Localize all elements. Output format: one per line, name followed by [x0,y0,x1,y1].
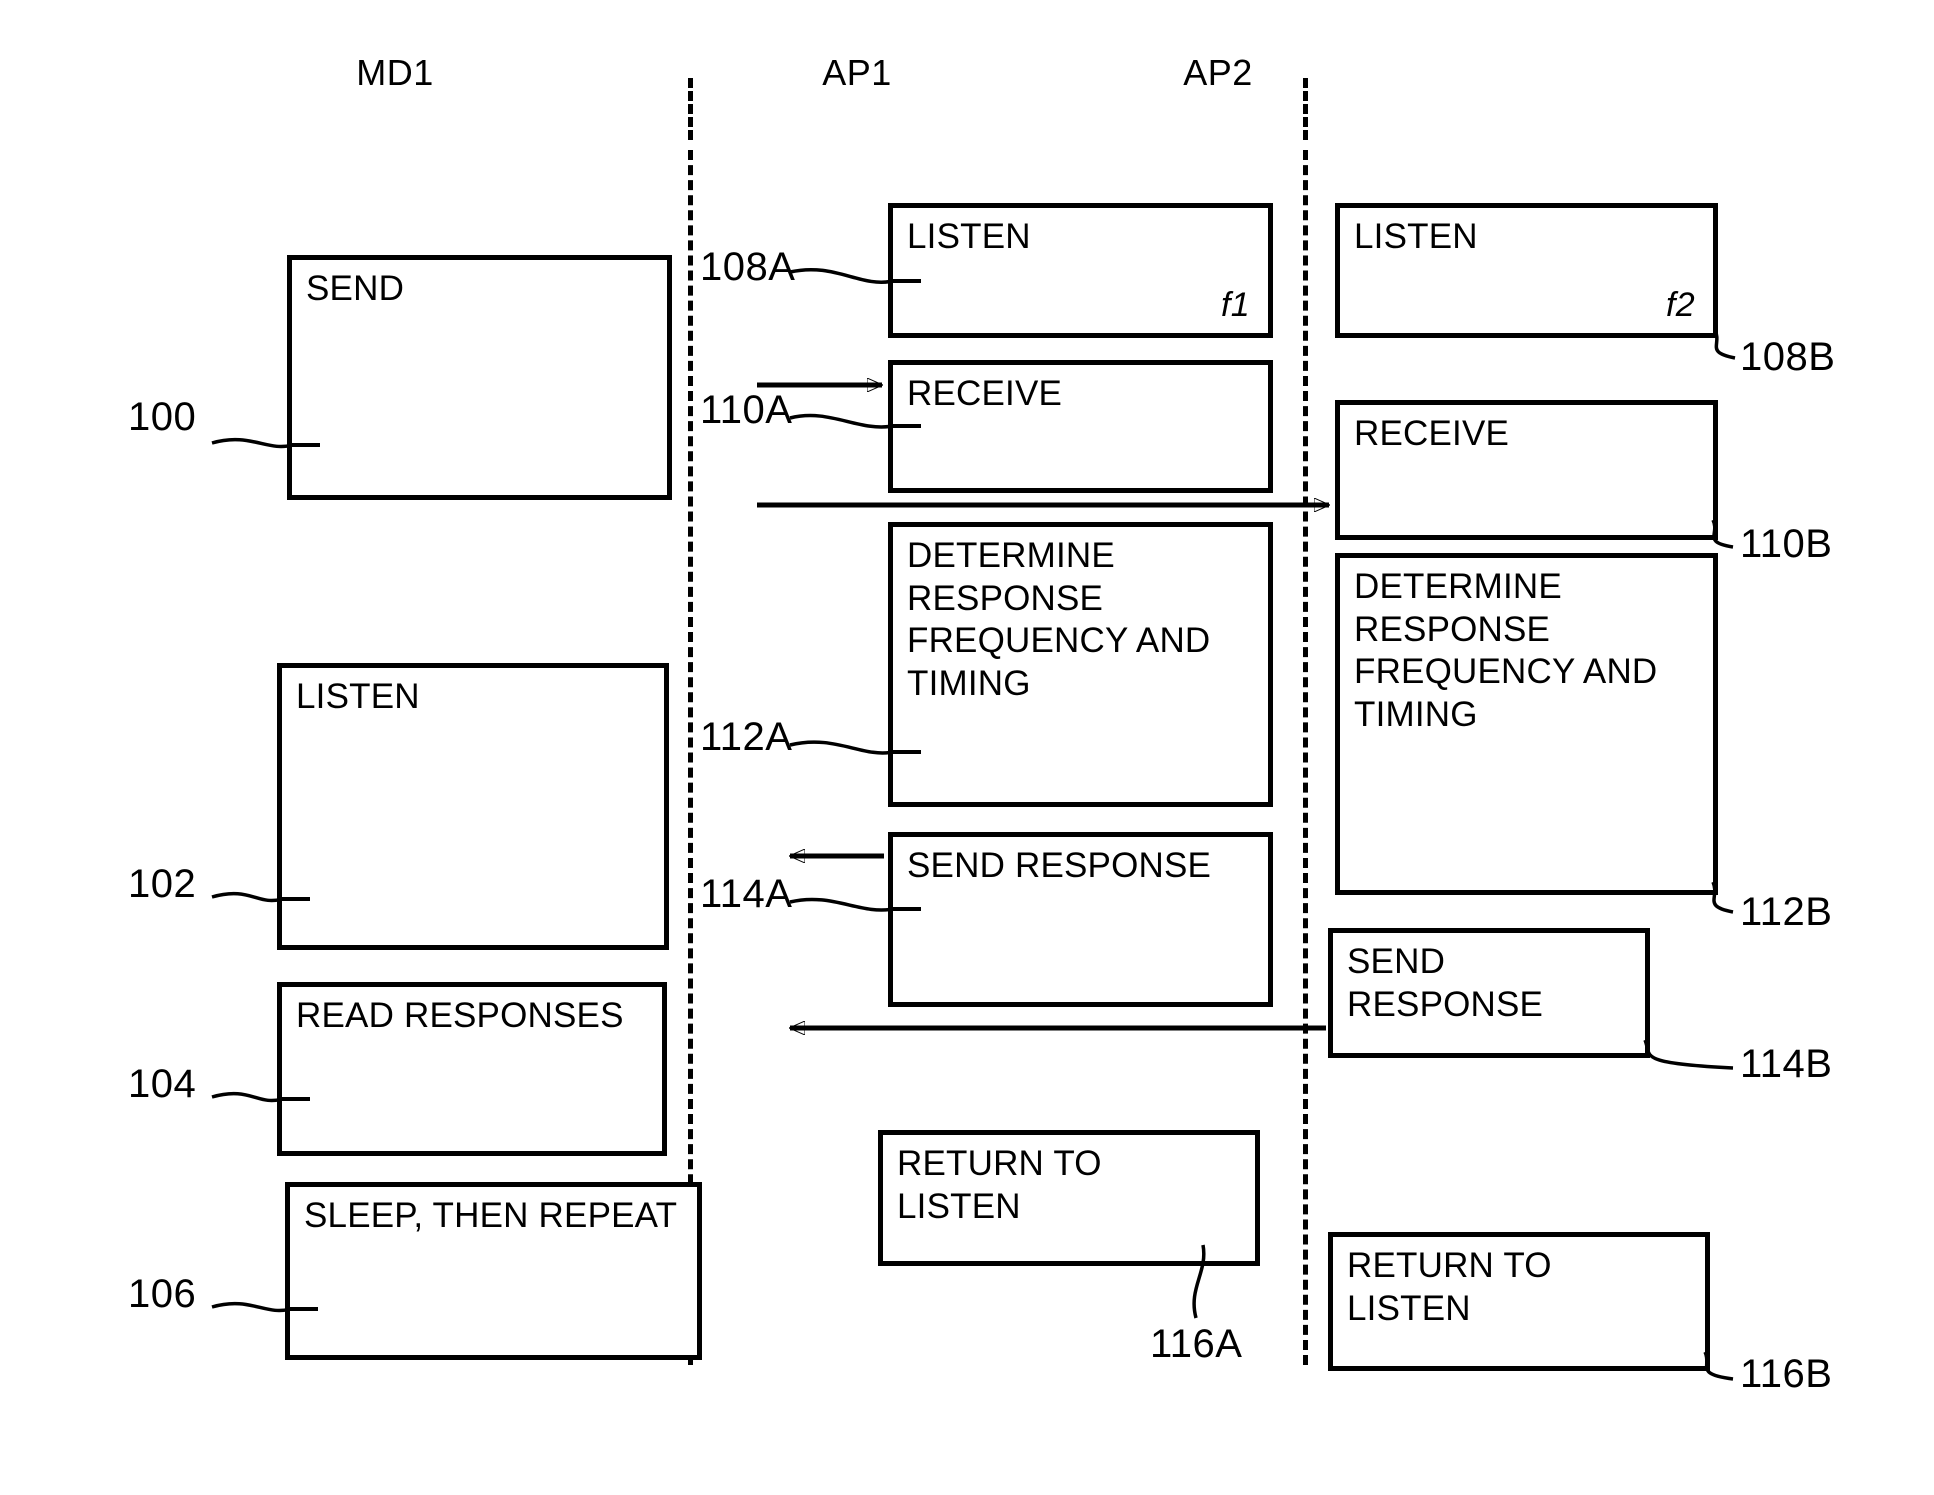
ref-112A: 112A [700,715,793,759]
ap1-receive-box[interactable]: RECEIVE [888,360,1273,493]
md1-sleep-repeat-label: SLEEP, THEN REPEAT [304,1196,678,1235]
md1-listen-label: LISTEN [296,677,420,716]
leader-112A [789,740,894,755]
leader-108A [789,267,894,284]
ref-114B: 114B [1740,1042,1833,1086]
ap1-listen-frequency: f1 [1221,286,1250,324]
ref-110A: 110A [700,388,793,432]
md1-send-box[interactable]: SEND [287,255,672,500]
ap1-determine-box[interactable]: DETERMINE RESPONSE FREQUENCY AND TIMING [888,522,1273,807]
md1-sleep-repeat-box[interactable]: SLEEP, THEN REPEAT [285,1182,702,1360]
lane-header-ap1: AP1 [822,52,892,93]
leader-108B [1713,329,1736,360]
ref-116A: 116A [1150,1322,1243,1366]
ap1-send-response-label: SEND RESPONSE [907,846,1212,885]
ap1-return-to-listen-box[interactable]: RETURN TO LISTEN [878,1130,1260,1266]
lane-header-md1: MD1 [356,52,434,93]
ap2-listen-box[interactable]: LISTEN f2 [1335,203,1718,338]
ap2-send-response-box[interactable]: SEND RESPONSE [1328,928,1650,1058]
ap1-listen-box[interactable]: LISTEN f1 [888,203,1273,338]
patent-figure-canvas: MD1 AP1 AP2 SEND LISTEN READ RESPONSES S… [0,0,1934,1495]
ap2-determine-box[interactable]: DETERMINE RESPONSE FREQUENCY AND TIMING [1335,553,1718,895]
leader-114A [789,897,894,912]
lane-divider-ap1-ap2-top [1303,78,1308,140]
ap2-determine-label: DETERMINE RESPONSE FREQUENCY AND TIMING [1354,567,1658,735]
leader-104 [211,1091,283,1103]
ap2-send-response-label: SEND RESPONSE [1347,942,1544,1024]
lane-divider-ap1-ap2 [1303,150,1308,1365]
ref-104: 104 [128,1062,197,1106]
leader-114B [1643,1039,1734,1070]
ref-116B: 116B [1740,1352,1833,1396]
leader-102 [211,891,283,903]
ref-108A: 108A [700,245,796,289]
ap1-determine-label: DETERMINE RESPONSE FREQUENCY AND TIMING [907,536,1211,704]
ap1-return-to-listen-label: RETURN TO LISTEN [897,1144,1102,1226]
ref-102: 102 [128,862,197,906]
ref-106: 106 [128,1272,197,1316]
leader-100 [211,437,293,449]
md1-read-responses-label: READ RESPONSES [296,996,624,1035]
lane-divider-md1-ap1-top [688,78,693,140]
ref-100: 100 [128,395,197,439]
md1-send-label: SEND [306,269,405,308]
lane-header-ap2: AP2 [1183,52,1253,93]
leader-110A [789,413,894,429]
ref-112B: 112B [1740,890,1833,934]
leader-106 [211,1301,291,1313]
ap2-listen-label: LISTEN [1354,217,1478,256]
ref-110B: 110B [1740,522,1833,566]
ap2-return-to-listen-label: RETURN TO LISTEN [1347,1246,1552,1328]
ap2-listen-frequency: f2 [1666,286,1695,324]
ap1-send-response-box[interactable]: SEND RESPONSE [888,832,1273,1007]
ref-108B: 108B [1740,335,1836,379]
ap2-receive-box[interactable]: RECEIVE [1335,400,1718,540]
md1-read-responses-box[interactable]: READ RESPONSES [277,982,667,1156]
ap2-return-to-listen-box[interactable]: RETURN TO LISTEN [1328,1232,1710,1371]
ap1-receive-label: RECEIVE [907,374,1063,413]
md1-listen-box[interactable]: LISTEN [277,663,669,950]
ap1-listen-label: LISTEN [907,217,1031,256]
ref-114A: 114A [700,872,793,916]
ap2-receive-label: RECEIVE [1354,414,1510,453]
